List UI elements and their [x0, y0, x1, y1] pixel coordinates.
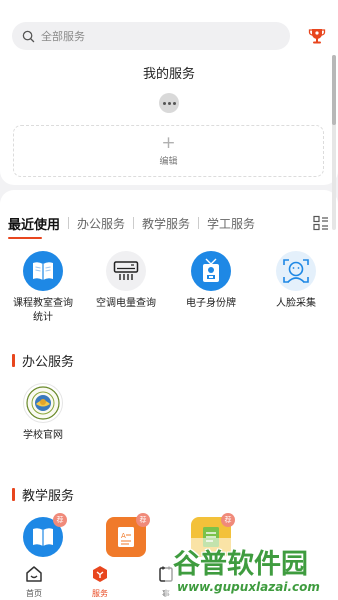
app-label: 电子身份牌: [186, 298, 236, 309]
tab-divider: [198, 217, 200, 229]
nav-label: 服务: [92, 589, 108, 598]
edit-label: 编辑: [159, 157, 178, 167]
service-icon: [93, 566, 107, 582]
document-icon: A 荐: [106, 513, 150, 557]
scrollbar-thumb[interactable]: [332, 55, 336, 125]
tab-teaching[interactable]: 教学服务: [142, 215, 190, 232]
svg-text:A: A: [121, 532, 126, 540]
app-label: 空调电量查询: [96, 298, 156, 309]
tab-office[interactable]: 办公服务: [77, 215, 125, 232]
section-teaching: 教学服务: [12, 485, 74, 504]
active-tab-indicator: [8, 237, 42, 239]
school-logo-icon: [23, 383, 63, 423]
more-icon[interactable]: [159, 93, 179, 113]
section-marker: [12, 354, 15, 367]
app-label: 课程教室查询 统计: [13, 298, 73, 323]
my-services-card: 全部服务 我的服务 + 编辑: [0, 0, 338, 185]
book-icon: 荐: [23, 513, 67, 557]
section-office: 办公服务: [12, 351, 74, 370]
nav-service[interactable]: 服务: [80, 565, 120, 599]
section-title-office: 办公服务: [22, 355, 75, 370]
trophy-icon[interactable]: [307, 26, 327, 46]
nav-home[interactable]: 首页: [14, 565, 54, 599]
edit-button[interactable]: + 编辑: [13, 125, 324, 177]
recommend-badge: 荐: [53, 513, 67, 527]
home-icon: [26, 566, 42, 582]
my-services-title: 我的服务: [142, 67, 195, 82]
watermark-url: www.gupuxlazai.com: [177, 580, 320, 594]
id-badge-icon: [191, 251, 231, 291]
plus-icon: +: [161, 133, 176, 153]
tab-divider: [133, 217, 135, 229]
watermark-title: 谷普软件园: [173, 549, 308, 580]
tab-divider: [68, 217, 70, 229]
app-face-collection[interactable]: 人脸采集: [256, 251, 336, 311]
app-school-website[interactable]: 学校官网: [3, 383, 83, 443]
app-label: 人脸采集: [276, 298, 316, 309]
search-placeholder: 全部服务: [41, 30, 85, 43]
category-tabs: 最近使用 办公服务 教学服务 学工服务: [8, 213, 255, 233]
watermark: 谷普软件园 www.gupuxlazai.com: [165, 538, 335, 600]
air-conditioner-icon: [106, 251, 146, 291]
book-icon: [23, 251, 63, 291]
tab-recent[interactable]: 最近使用: [8, 214, 60, 233]
search-icon: [22, 30, 35, 42]
app-teaching-course[interactable]: 荐: [3, 513, 83, 557]
app-label: 学校官网: [23, 430, 63, 441]
app-electronic-id-badge[interactable]: 电子身份牌: [171, 251, 251, 311]
recommend-badge: 荐: [136, 513, 150, 527]
nav-label: 首页: [26, 589, 42, 598]
search-bar[interactable]: 全部服务: [12, 22, 290, 50]
app-teaching-document[interactable]: A 荐: [86, 513, 166, 557]
face-scan-icon: [276, 251, 316, 291]
tab-student-affairs[interactable]: 学工服务: [207, 215, 255, 232]
app-aircon-power-query[interactable]: 空调电量查询: [86, 251, 166, 311]
app-course-classroom-query[interactable]: 课程教室查询 统计: [3, 251, 83, 325]
section-marker: [12, 488, 15, 501]
grid-menu-icon[interactable]: [313, 215, 329, 231]
recommend-badge: 荐: [221, 513, 235, 527]
section-title-teaching: 教学服务: [22, 489, 75, 504]
